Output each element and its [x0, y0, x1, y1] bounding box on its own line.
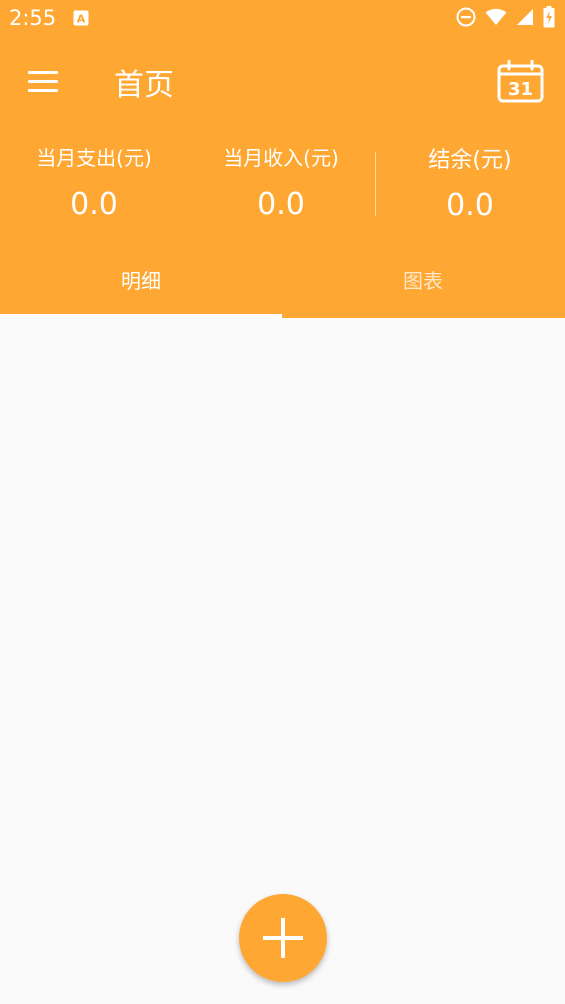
toolbar: 首页 31 [0, 38, 565, 124]
balance-label: 结余(元) [428, 148, 512, 173]
add-record-button[interactable] [239, 894, 327, 982]
calendar-day: 31 [508, 79, 533, 100]
summary-divider [375, 152, 376, 216]
expense-value: 0.0 [70, 187, 118, 222]
income-label: 当月收入(元) [223, 146, 339, 170]
monthly-summary: 当月支出(元) 0.0 当月收入(元) 0.0 结余(元) 0.0 [0, 130, 565, 240]
cell-signal-icon [516, 8, 534, 30]
svg-text:A: A [77, 13, 86, 26]
page-title: 首页 [114, 68, 174, 103]
calendar-button[interactable]: 31 [497, 59, 545, 104]
do-not-disturb-icon [456, 7, 476, 31]
app-notification-icon: A [73, 10, 89, 30]
status-time: 2:55 [9, 6, 57, 30]
menu-icon[interactable] [22, 62, 62, 102]
tab-bar: 明细 图表 [0, 248, 565, 318]
app-header: 2:55 A 首页 31 当月支出(元) 0.0 当月收入(元) 0.0 结余(… [0, 0, 565, 318]
status-icons [456, 6, 555, 32]
expense-label: 当月支出(元) [36, 146, 152, 170]
balance-value: 0.0 [446, 188, 494, 223]
tab-charts[interactable]: 图表 [282, 248, 564, 318]
battery-icon [543, 6, 555, 32]
wifi-icon [485, 8, 507, 30]
income-summary: 当月收入(元) 0.0 [203, 142, 359, 222]
income-value: 0.0 [257, 187, 305, 222]
status-bar: 2:55 A [0, 0, 565, 38]
balance-summary: 结余(元) 0.0 [392, 142, 548, 223]
tab-details[interactable]: 明细 [0, 248, 282, 318]
calendar-icon: 31 [497, 59, 544, 103]
expense-summary: 当月支出(元) 0.0 [16, 142, 172, 222]
